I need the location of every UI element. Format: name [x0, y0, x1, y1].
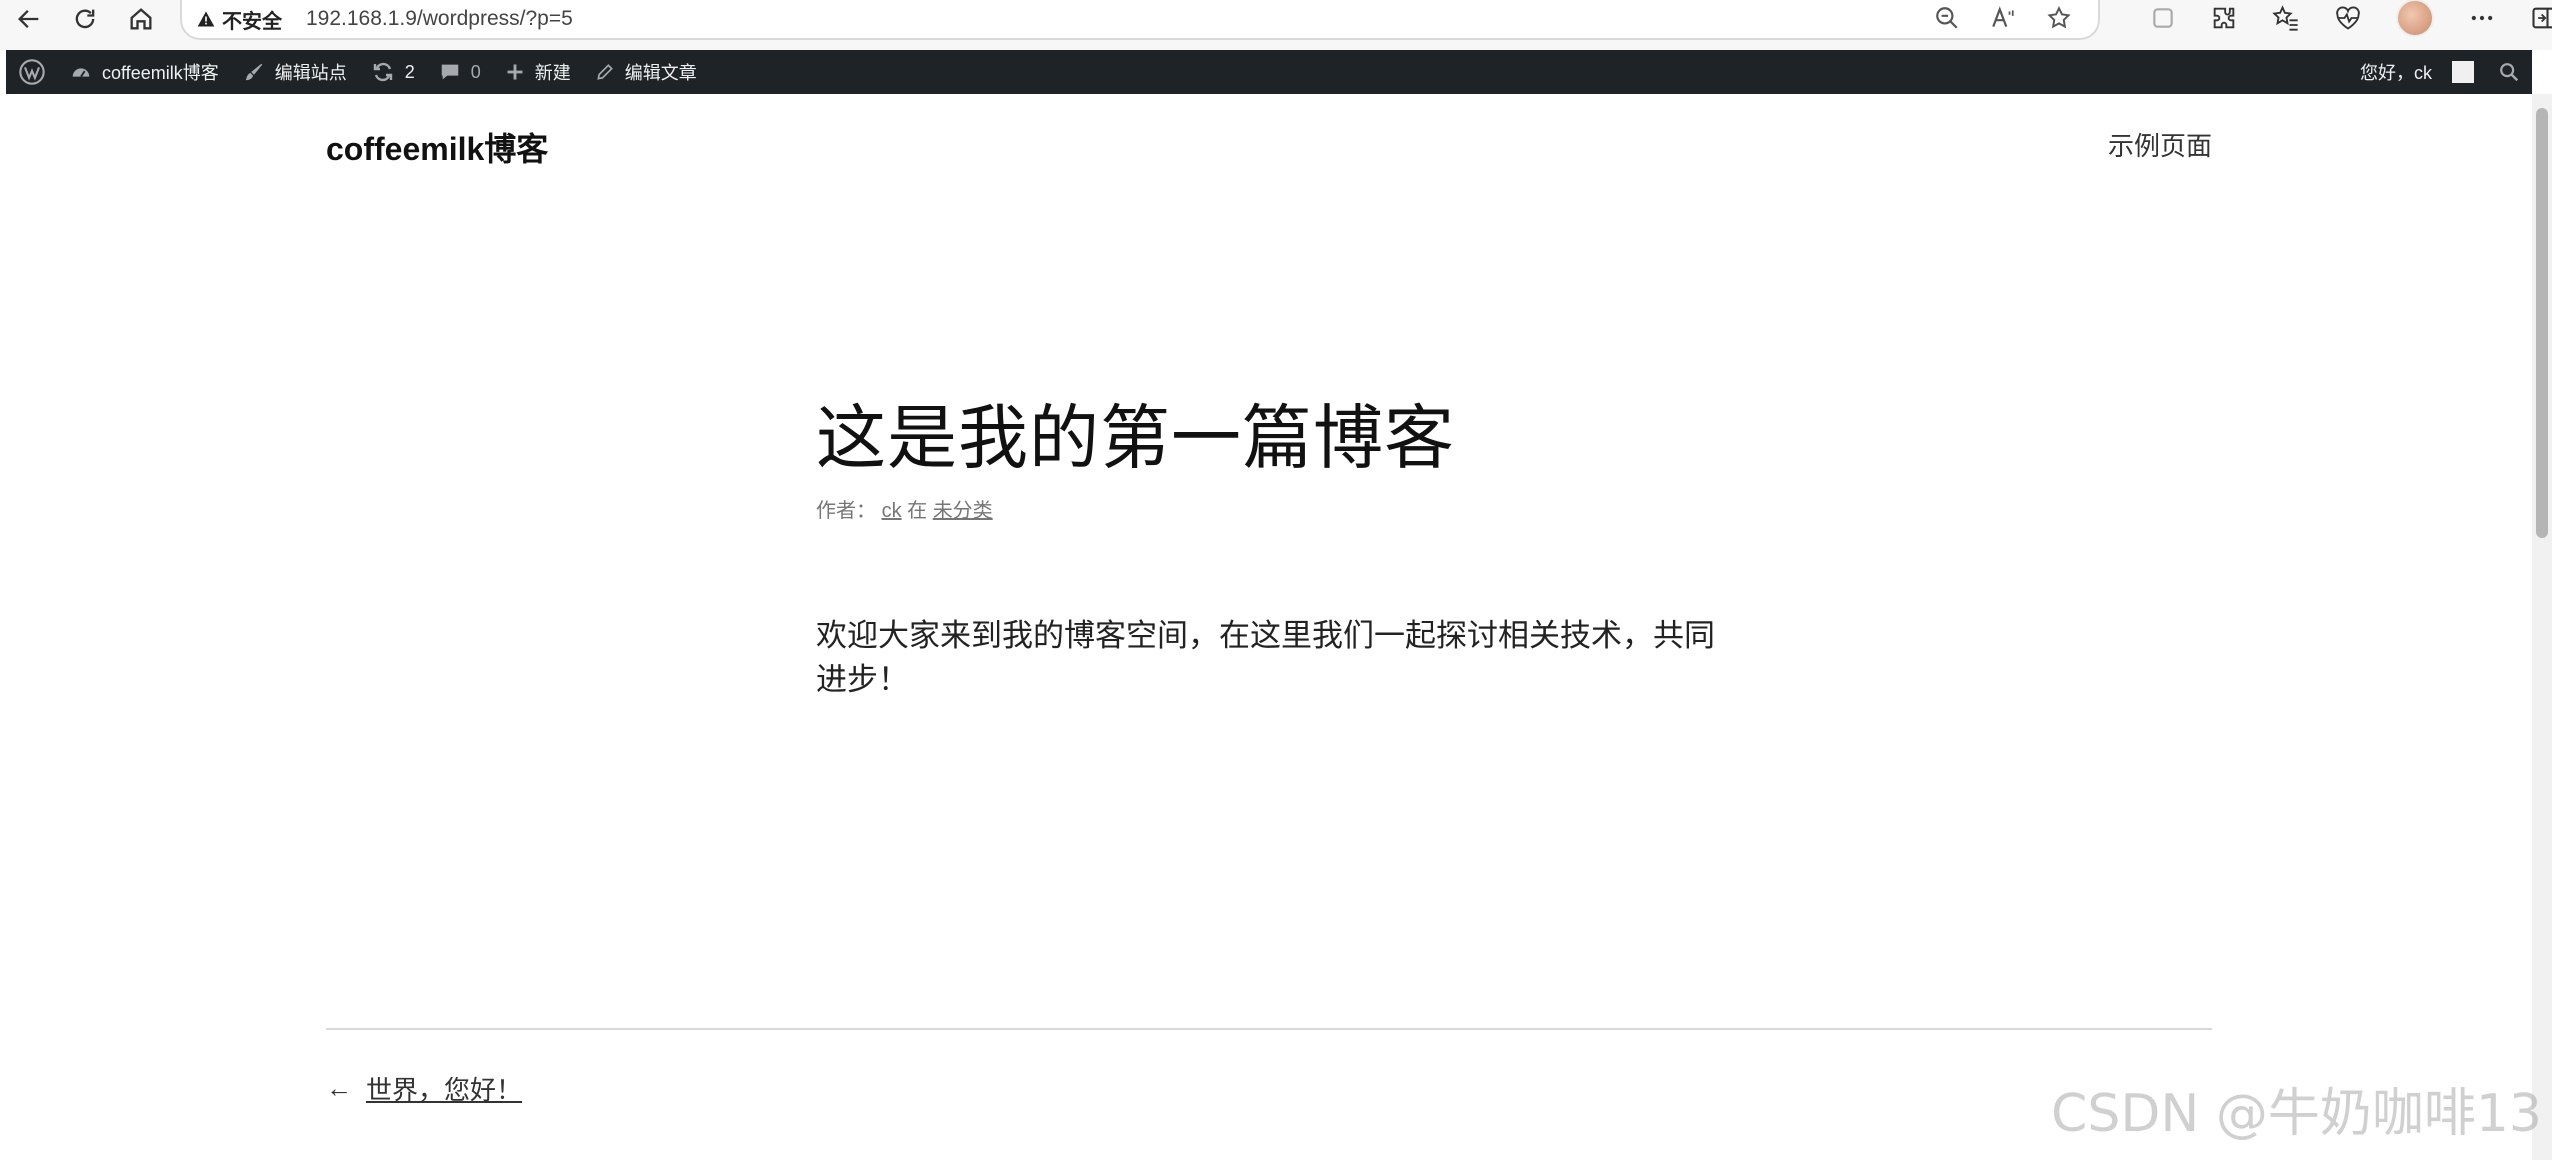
dashboard-gauge-icon: [70, 61, 92, 83]
comment-bubble-icon: [439, 61, 461, 83]
greeting-label: 您好，ck: [2360, 63, 2432, 83]
more-dots-icon[interactable]: [2468, 4, 2496, 32]
adminbar-site-name-label: coffeemilk博客: [102, 63, 219, 83]
browser-toolbar: 不安全 192.168.1.9/wordpress/?p=5: [0, 0, 2552, 50]
reload-button[interactable]: [60, 0, 110, 38]
zoom-out-icon[interactable]: [1934, 5, 1960, 31]
updates-count: 2: [404, 61, 415, 82]
wordpress-logo-icon: [19, 59, 45, 85]
category-link[interactable]: 未分类: [933, 500, 993, 522]
address-bar[interactable]: 不安全 192.168.1.9/wordpress/?p=5: [180, 0, 2100, 40]
page-content: coffeemilk博客 示例页面 这是我的第一篇博客 作者： ck 在 未分类…: [6, 94, 2532, 1160]
browser-tools: [2150, 0, 2552, 37]
previous-post-link[interactable]: ← 世界，您好！: [326, 1070, 522, 1107]
warning-icon: [197, 11, 215, 27]
site-title[interactable]: coffeemilk博客: [326, 124, 548, 170]
meta-author-prefix: 作者：: [816, 500, 876, 522]
adminbar-comments[interactable]: 0: [427, 50, 493, 94]
post-body-line: 进步！: [816, 662, 909, 697]
meta-in: 在: [907, 500, 928, 522]
post-title: 这是我的第一篇博客: [816, 399, 1455, 477]
post-body-line: 欢迎大家来到我的博客空间，在这里我们一起探讨相关技术，共同: [816, 618, 1715, 653]
browser-essentials-icon[interactable]: [2334, 4, 2362, 32]
nav-sample-page[interactable]: 示例页面: [2108, 126, 2212, 163]
profile-avatar[interactable]: [2396, 0, 2434, 37]
read-aloud-icon[interactable]: [1990, 5, 2016, 31]
sidebar-toggle-icon[interactable]: [2530, 4, 2552, 32]
watermark: CSDN @牛奶咖啡13: [2051, 1084, 2542, 1144]
extensions-puzzle-icon[interactable]: [2210, 4, 2238, 32]
adminbar-updates[interactable]: 2: [359, 50, 427, 94]
adminbar-edit-post[interactable]: 编辑文章: [583, 50, 709, 94]
pencil-icon: [595, 62, 615, 82]
post-meta: 作者： ck 在 未分类: [816, 494, 993, 523]
back-arrow-icon: [18, 10, 39, 28]
prev-arrow-icon: ←: [326, 1073, 352, 1103]
adminbar-new[interactable]: 新建: [493, 50, 583, 94]
previous-post-title: 世界，您好！: [366, 1075, 523, 1105]
user-avatar: [2452, 61, 2474, 83]
adminbar-secondary: 您好，ck: [2348, 50, 2532, 94]
wp-logo-menu[interactable]: [6, 50, 58, 94]
security-indicator[interactable]: 不安全: [196, 5, 282, 34]
address-bar-actions: [1934, 0, 2072, 36]
scrollbar-thumb[interactable]: [2536, 108, 2548, 538]
adminbar-site-name[interactable]: coffeemilk博客: [58, 50, 231, 94]
updates-refresh-icon: [371, 60, 395, 84]
adminbar-customize[interactable]: 编辑站点: [231, 50, 359, 94]
adminbar-edit-post-label: 编辑文章: [624, 63, 697, 83]
adminbar-my-account[interactable]: 您好，ck: [2348, 50, 2486, 94]
adminbar-customize-label: 编辑站点: [274, 63, 347, 83]
app-icon[interactable]: [2150, 5, 2176, 31]
back-button[interactable]: [4, 0, 54, 38]
home-icon: [130, 8, 152, 30]
comments-count: 0: [470, 61, 481, 82]
favorites-list-icon[interactable]: [2272, 4, 2300, 32]
plus-icon: [505, 62, 525, 82]
brush-icon: [243, 61, 265, 83]
search-icon: [2500, 63, 2519, 82]
adminbar-search[interactable]: [2486, 50, 2532, 94]
url-text[interactable]: 192.168.1.9/wordpress/?p=5: [306, 7, 573, 31]
favorite-star-icon[interactable]: [2046, 5, 2072, 31]
adminbar-new-label: 新建: [534, 63, 571, 83]
security-label: 不安全: [222, 10, 282, 33]
post-body: 欢迎大家来到我的博客空间，在这里我们一起探讨相关技术，共同 进步！: [816, 614, 1716, 702]
wp-admin-bar: coffeemilk博客 编辑站点 2 0 新建 编辑文章 您好，ck: [6, 50, 2532, 94]
home-button[interactable]: [116, 0, 166, 38]
author-link[interactable]: ck: [882, 500, 902, 522]
reload-icon: [75, 9, 95, 29]
post-divider: [326, 1028, 2212, 1030]
